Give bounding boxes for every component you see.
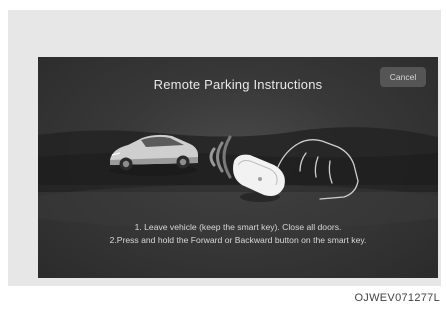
instructions-text: 1. Leave vehicle (keep the smart key). C…: [38, 221, 438, 247]
instruction-step-1: 1. Leave vehicle (keep the smart key). C…: [134, 222, 342, 232]
remote-parking-screen: Remote Parking Instructions Cancel 1. Le…: [38, 57, 438, 278]
instruction-step-2: 2.Press and hold the Forward or Backward…: [109, 235, 367, 245]
figure-code: OJWEV071277L: [354, 292, 440, 304]
cancel-button[interactable]: Cancel: [380, 67, 426, 87]
figure-frame: Remote Parking Instructions Cancel 1. Le…: [8, 10, 441, 286]
screen-title: Remote Parking Instructions: [153, 77, 323, 92]
